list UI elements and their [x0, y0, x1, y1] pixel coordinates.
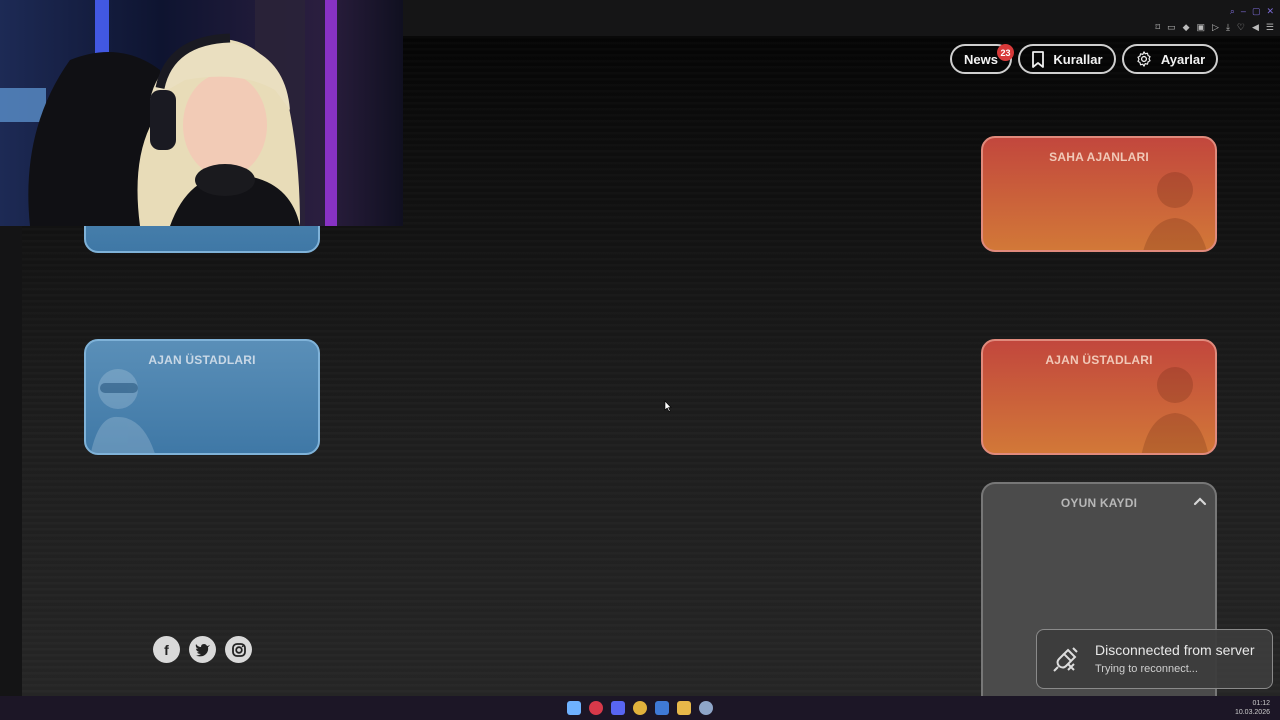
- webcam-image: [0, 0, 337, 226]
- play-icon[interactable]: ▷: [1212, 22, 1219, 33]
- folder-icon[interactable]: [677, 701, 691, 715]
- pin-icon[interactable]: ⌑: [1155, 22, 1160, 33]
- facebook-icon[interactable]: f: [153, 636, 180, 663]
- clock-time: 01:12: [1252, 700, 1270, 707]
- news-label: News: [964, 51, 998, 67]
- disconnected-plug-icon: [1053, 647, 1078, 672]
- disconnected-toast: Disconnected from server Trying to recon…: [1036, 629, 1273, 689]
- tab-icon[interactable]: ▭: [1167, 22, 1176, 33]
- app-icon[interactable]: [655, 701, 669, 715]
- browser-extensions: ⌑ ▭ ◆ ▣ ▷ ⤓ ♡ ◀ ☰: [1155, 22, 1274, 33]
- download-icon[interactable]: ⤓: [1226, 22, 1230, 33]
- agent-avatar-icon: [1141, 367, 1209, 453]
- discord-icon[interactable]: [611, 701, 625, 715]
- gear-icon: [1137, 51, 1151, 67]
- bookmark-icon: [1032, 50, 1045, 68]
- clock-date: 10.03.2026: [1234, 709, 1270, 716]
- toast-title: Disconnected from server: [1095, 642, 1255, 658]
- window-controls[interactable]: ⌕ – ▢ ✕: [1230, 6, 1274, 17]
- close-icon[interactable]: ✕: [1266, 6, 1274, 17]
- agent-avatar-icon: [1143, 172, 1207, 250]
- chrome-icon[interactable]: [633, 701, 647, 715]
- opera-icon[interactable]: [589, 701, 603, 715]
- steam-icon[interactable]: [699, 701, 713, 715]
- webcam-overlay: [0, 0, 403, 226]
- heart-icon[interactable]: ♡: [1237, 22, 1245, 33]
- search-icon[interactable]: ⌕: [1230, 6, 1235, 17]
- camera-icon[interactable]: ▣: [1197, 22, 1206, 33]
- minimize-icon[interactable]: –: [1241, 6, 1246, 17]
- chevron-up-icon[interactable]: [1193, 496, 1207, 506]
- news-badge: 23: [997, 44, 1014, 61]
- mouse-cursor-icon: [664, 400, 672, 412]
- maximize-icon[interactable]: ▢: [1252, 6, 1261, 17]
- rules-label: Kurallar: [1053, 51, 1103, 67]
- red-spymasters-card[interactable]: AJAN ÜSTADLARI: [981, 339, 1217, 455]
- settings-label: Ayarlar: [1160, 51, 1206, 67]
- instagram-icon[interactable]: [225, 636, 252, 663]
- blue-spymasters-card[interactable]: AJAN ÜSTADLARI: [84, 339, 320, 455]
- rules-button[interactable]: Kurallar: [1018, 44, 1116, 74]
- ai-icon[interactable]: ◀: [1252, 22, 1259, 33]
- game-log-label: OYUN KAYDI: [1060, 496, 1138, 510]
- red-operatives-card[interactable]: SAHA AJANLARI: [981, 136, 1217, 252]
- agent-avatar-icon: [90, 369, 155, 453]
- start-icon[interactable]: [567, 701, 581, 715]
- twitter-bird-glyph: [195, 643, 210, 656]
- taskbar-clock[interactable]: 01:12 10.03.2026: [1235, 699, 1270, 717]
- shield-icon[interactable]: ◆: [1183, 22, 1190, 33]
- twitter-icon[interactable]: [189, 636, 216, 663]
- toast-subtitle: Trying to reconnect...: [1095, 663, 1198, 675]
- menu-icon[interactable]: ☰: [1266, 22, 1274, 33]
- instagram-glyph: [231, 642, 246, 657]
- left-rail: [0, 226, 22, 696]
- settings-button[interactable]: Ayarlar: [1122, 44, 1218, 74]
